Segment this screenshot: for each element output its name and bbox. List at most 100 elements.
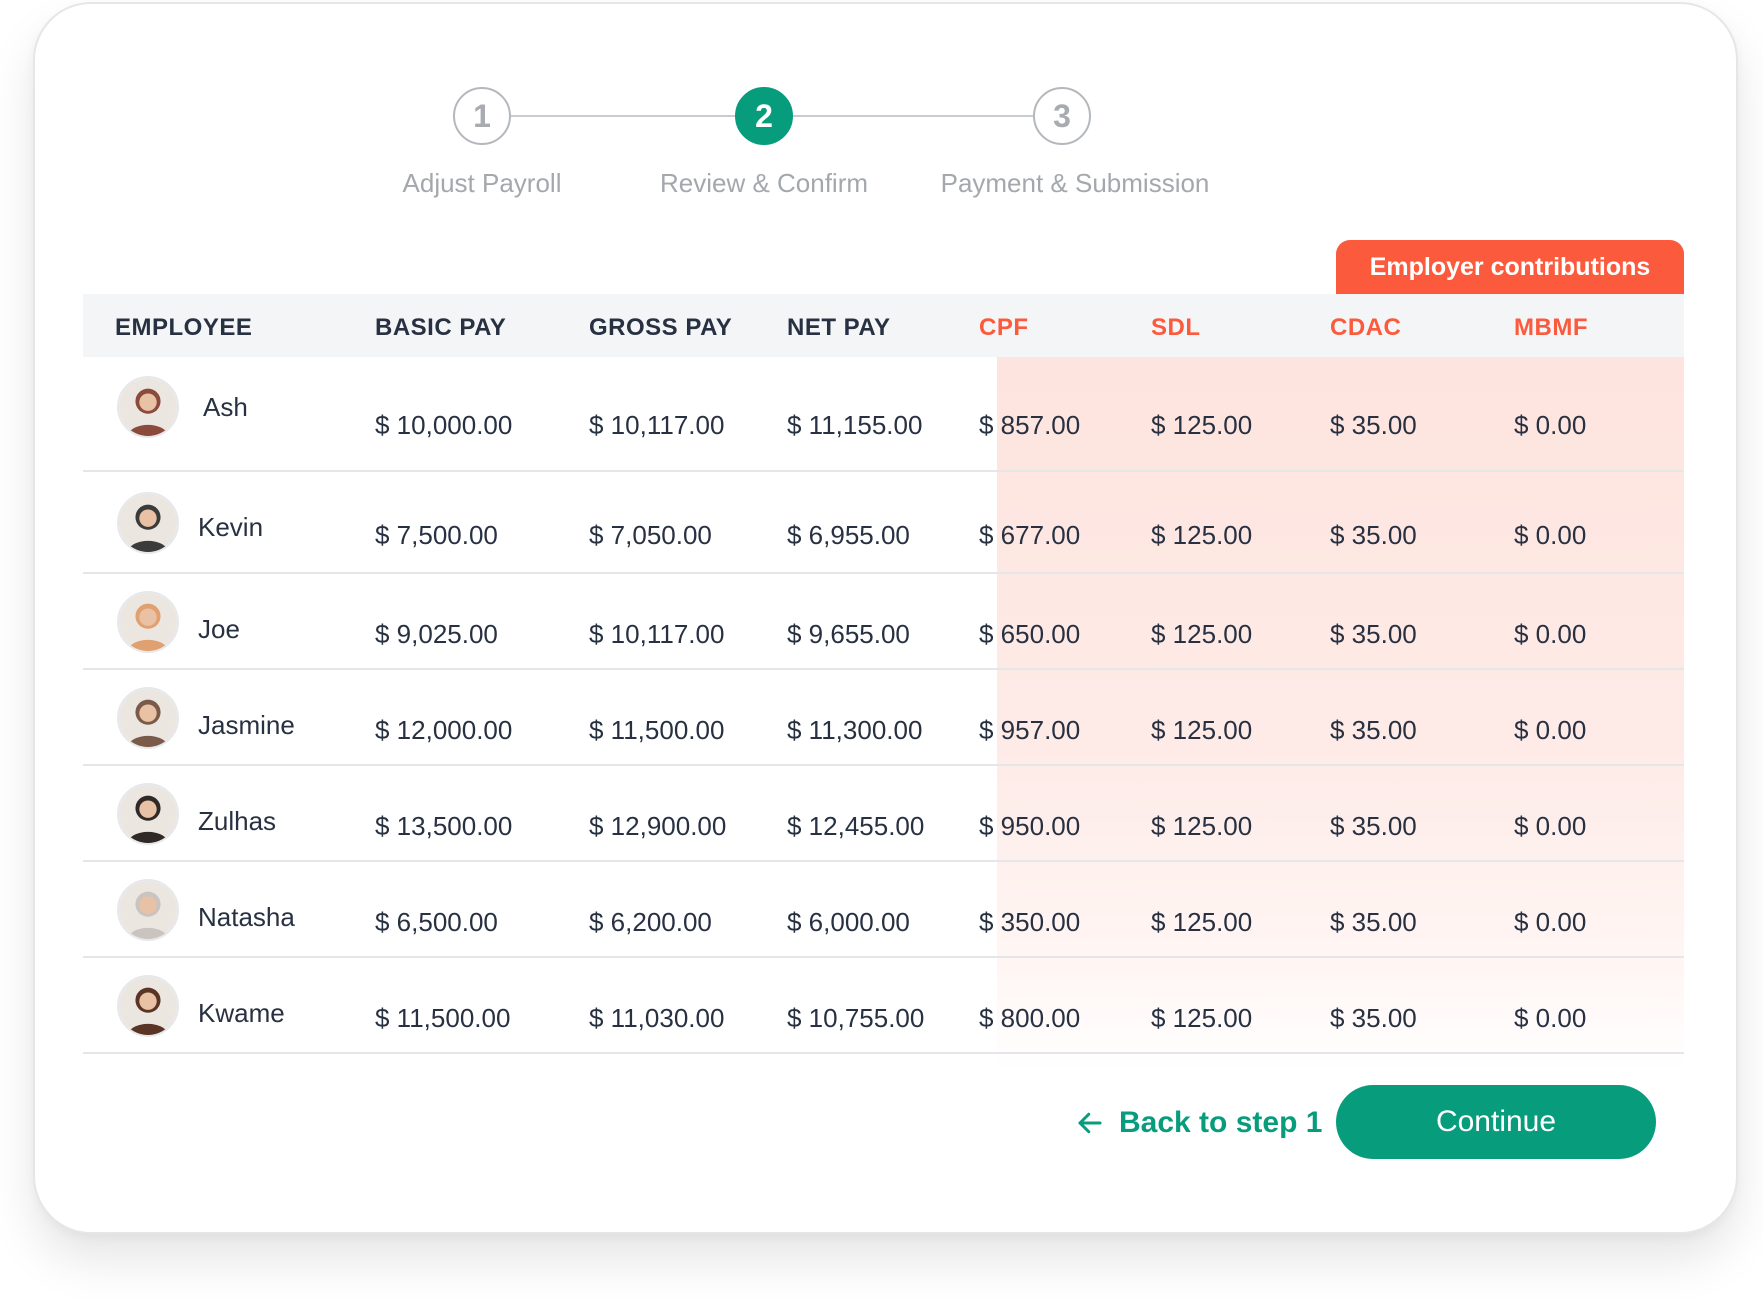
mbmf-cell: $ 0.00 bbox=[1514, 1003, 1587, 1033]
gross-pay-cell: $ 6,200.00 bbox=[589, 907, 712, 937]
avatar bbox=[117, 783, 179, 845]
net-pay-cell: $ 12,455.00 bbox=[787, 811, 925, 841]
mbmf-cell: $ 0.00 bbox=[1514, 410, 1587, 440]
table-row[interactable]: Kevin $ 7,500.00 $ 7,050.00 $ 6,955.00 $ 677… bbox=[83, 472, 1684, 574]
cpf-cell: $ 800.00 bbox=[979, 1003, 1081, 1033]
stepper-connector-2 bbox=[793, 115, 1065, 117]
basic-pay-cell: $ 12,000.00 bbox=[375, 715, 513, 745]
person-icon bbox=[119, 593, 177, 651]
sdl-cell: $ 125.00 bbox=[1151, 520, 1253, 550]
cdac-cell: $ 35.00 bbox=[1330, 520, 1417, 550]
employee-name: Joe bbox=[198, 614, 240, 644]
person-icon bbox=[119, 494, 177, 552]
cdac-cell: $ 35.00 bbox=[1330, 1003, 1417, 1033]
stepper-connector-1 bbox=[509, 115, 737, 117]
back-link-label: Back to step 1 bbox=[1119, 1106, 1323, 1139]
header-cdac: CDAC bbox=[1330, 314, 1402, 341]
table-row[interactable]: Joe $ 9,025.00 $ 10,117.00 $ 9,655.00 $ 650.… bbox=[83, 574, 1684, 670]
employee-name: Natasha bbox=[198, 902, 295, 932]
basic-pay-cell: $ 6,500.00 bbox=[375, 907, 498, 937]
employee-name: Kevin bbox=[198, 512, 264, 542]
cpf-cell: $ 857.00 bbox=[979, 410, 1081, 440]
avatar bbox=[117, 492, 179, 554]
step-3-label: Payment & Submission bbox=[940, 168, 1210, 198]
employee-name: Jasmine bbox=[198, 710, 295, 740]
payroll-table: EMPLOYEE BASIC PAY GROSS PAY NET PAY CPF… bbox=[83, 294, 1684, 1073]
mbmf-cell: $ 0.00 bbox=[1514, 811, 1587, 841]
sdl-cell: $ 125.00 bbox=[1151, 811, 1253, 841]
avatar bbox=[117, 591, 179, 653]
header-sdl: SDL bbox=[1151, 314, 1201, 341]
table-header: EMPLOYEE BASIC PAY GROSS PAY NET PAY CPF… bbox=[83, 294, 1684, 357]
arrow-left-icon bbox=[1078, 1112, 1102, 1134]
cdac-cell: $ 35.00 bbox=[1330, 410, 1417, 440]
header-basic-pay: BASIC PAY bbox=[375, 314, 507, 341]
gross-pay-cell: $ 11,500.00 bbox=[589, 715, 725, 745]
person-icon bbox=[119, 977, 177, 1035]
cdac-cell: $ 35.00 bbox=[1330, 715, 1417, 745]
cpf-cell: $ 650.00 bbox=[979, 619, 1081, 649]
person-icon bbox=[119, 377, 177, 436]
stepper: 1 2 3 Adjust Payroll Review & Confirm Pa… bbox=[35, 4, 1740, 234]
basic-pay-cell: $ 10,000.00 bbox=[375, 410, 513, 440]
step-2-label: Review & Confirm bbox=[659, 168, 869, 198]
person-icon bbox=[119, 785, 177, 843]
avatar bbox=[117, 375, 179, 438]
employee-name: Kwame bbox=[198, 998, 285, 1028]
header-cpf: CPF bbox=[979, 314, 1029, 341]
gross-pay-cell: $ 12,900.00 bbox=[589, 811, 727, 841]
person-icon bbox=[119, 881, 177, 939]
table-row[interactable]: Ash $ 10,000.00 $ 10,117.00 $ 11,155.00 $ 85… bbox=[83, 357, 1684, 472]
net-pay-cell: $ 6,955.00 bbox=[787, 520, 910, 550]
step-1-circle[interactable]: 1 bbox=[453, 87, 511, 145]
mbmf-cell: $ 0.00 bbox=[1514, 907, 1587, 937]
gross-pay-cell: $ 10,117.00 bbox=[589, 619, 725, 649]
table-row[interactable]: Kwame $ 11,500.00 $ 11,030.00 $ 10,755.00 $ … bbox=[83, 958, 1684, 1054]
cpf-cell: $ 350.00 bbox=[979, 907, 1081, 937]
gross-pay-cell: $ 11,030.00 bbox=[589, 1003, 725, 1033]
mbmf-cell: $ 0.00 bbox=[1514, 520, 1587, 550]
table-row[interactable]: Jasmine $ 12,000.00 $ 11,500.00 $ 11,300.00… bbox=[83, 670, 1684, 766]
net-pay-cell: $ 11,300.00 bbox=[787, 715, 923, 745]
mbmf-cell: $ 0.00 bbox=[1514, 715, 1587, 745]
table-row[interactable]: Natasha $ 6,500.00 $ 6,200.00 $ 6,000.00 $ 3… bbox=[83, 862, 1684, 958]
header-net-pay: NET PAY bbox=[787, 314, 891, 341]
person-icon bbox=[119, 689, 177, 747]
employee-name: Ash bbox=[203, 392, 248, 422]
cpf-cell: $ 677.00 bbox=[979, 520, 1081, 550]
table-row[interactable]: Zulhas $ 13,500.00 $ 12,900.00 $ 12,455.00 $… bbox=[83, 766, 1684, 862]
net-pay-cell: $ 9,655.00 bbox=[787, 619, 910, 649]
basic-pay-cell: $ 7,500.00 bbox=[375, 520, 498, 550]
sdl-cell: $ 125.00 bbox=[1151, 1003, 1253, 1033]
basic-pay-cell: $ 13,500.00 bbox=[375, 811, 513, 841]
sdl-cell: $ 125.00 bbox=[1151, 619, 1253, 649]
avatar bbox=[117, 975, 179, 1037]
net-pay-cell: $ 11,155.00 bbox=[787, 410, 923, 440]
sdl-cell: $ 125.00 bbox=[1151, 410, 1253, 440]
basic-pay-cell: $ 11,500.00 bbox=[375, 1003, 511, 1033]
sdl-cell: $ 125.00 bbox=[1151, 907, 1253, 937]
employee-name: Zulhas bbox=[198, 806, 277, 836]
avatar bbox=[117, 687, 179, 749]
continue-button[interactable]: Continue bbox=[1336, 1085, 1656, 1159]
cpf-cell: $ 950.00 bbox=[979, 811, 1081, 841]
cdac-cell: $ 35.00 bbox=[1330, 619, 1417, 649]
sdl-cell: $ 125.00 bbox=[1151, 715, 1253, 745]
gross-pay-cell: $ 10,117.00 bbox=[589, 410, 725, 440]
header-gross-pay: GROSS PAY bbox=[589, 314, 733, 341]
back-to-step-1-link[interactable]: Back to step 1 bbox=[1075, 1106, 1322, 1140]
cdac-cell: $ 35.00 bbox=[1330, 811, 1417, 841]
basic-pay-cell: $ 9,025.00 bbox=[375, 619, 498, 649]
cdac-cell: $ 35.00 bbox=[1330, 907, 1417, 937]
step-2-circle[interactable]: 2 bbox=[735, 87, 793, 145]
employer-contributions-tab: Employer contributions bbox=[1336, 240, 1684, 294]
cpf-cell: $ 957.00 bbox=[979, 715, 1081, 745]
step-3-circle[interactable]: 3 bbox=[1033, 87, 1091, 145]
avatar bbox=[117, 879, 179, 941]
net-pay-cell: $ 6,000.00 bbox=[787, 907, 910, 937]
payroll-card: 1 2 3 Adjust Payroll Review & Confirm Pa… bbox=[33, 2, 1738, 1234]
header-employee: EMPLOYEE bbox=[115, 314, 253, 341]
header-mbmf: MBMF bbox=[1514, 314, 1588, 341]
gross-pay-cell: $ 7,050.00 bbox=[589, 520, 712, 550]
mbmf-cell: $ 0.00 bbox=[1514, 619, 1587, 649]
